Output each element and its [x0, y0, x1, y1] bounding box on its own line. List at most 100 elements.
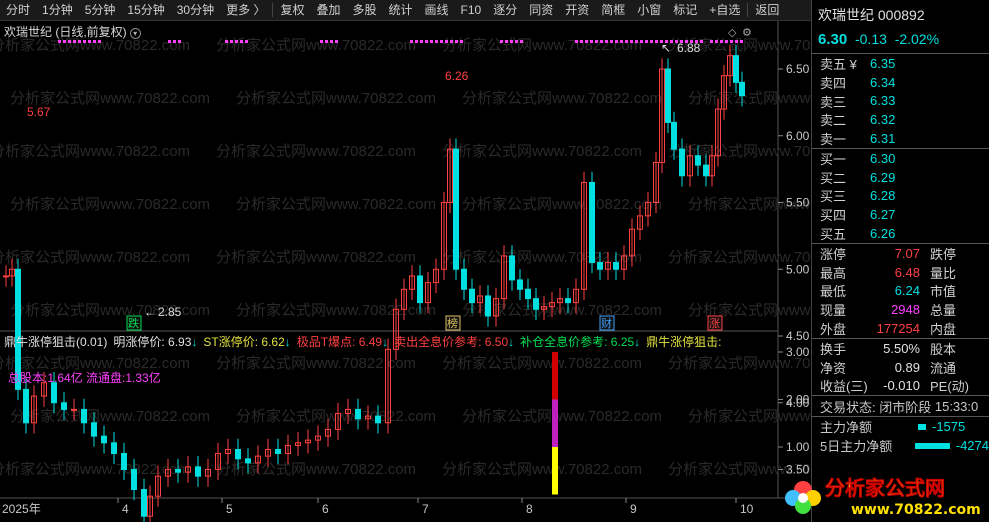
candle-body: [509, 255, 515, 281]
stat-row: 现量 2948 总量: [812, 300, 989, 319]
candle-body: [703, 164, 709, 177]
toolbar-item[interactable]: 画线: [419, 0, 455, 21]
toolbar-item[interactable]: 逐分: [487, 0, 523, 21]
signal-dot: [655, 40, 658, 43]
flow-row: 主力净额 -1575: [812, 417, 989, 436]
toolbar-item[interactable]: 15分钟: [121, 0, 170, 21]
watermark: 分析家公式网www.70822.com: [216, 355, 416, 372]
indicator-name[interactable]: 鼎牛涨停狙击(0.01): [4, 335, 107, 349]
candle-body: [275, 448, 281, 454]
book-label: 买一: [820, 151, 847, 167]
stat-value: -0.010: [883, 378, 920, 394]
watermark: 分析家公式网www.70822.com: [442, 37, 642, 54]
candle-body: [469, 288, 475, 304]
flow-label: 主力净额: [820, 420, 873, 436]
watermark: 分析家公式网www.70822.com: [216, 37, 416, 54]
toolbar-item[interactable]: 统计: [383, 0, 419, 21]
watermark: 分析家公式网www.70822.com: [10, 196, 210, 213]
quote-panel: 欢瑞世纪 000892 6.30 -0.13 -2.02% 卖五 ¥ 6.35 卖四…: [811, 0, 989, 522]
xtick-label: 2025年: [2, 502, 41, 516]
signal-dot: [720, 40, 723, 43]
stat-label-2: 内盘: [930, 322, 957, 338]
signal-dot: [725, 40, 728, 43]
toolbar-item[interactable]: 同资: [523, 0, 559, 21]
candle-body: [91, 422, 97, 437]
ytick-label: 6.00: [786, 129, 810, 143]
stats-table-2: 换手 5.50% 股本 净资 0.89 流通 收益(三) -0.010 PE(动): [812, 339, 989, 395]
watermark: 分析家公式网www.70822.com: [236, 90, 436, 107]
book-row: 卖二 6.32: [812, 110, 989, 129]
candle-body: [131, 469, 137, 491]
toolbar-item[interactable]: 简框: [595, 0, 631, 21]
candle-body: [23, 388, 29, 424]
signal-dot: [235, 40, 238, 43]
signal-dot: [335, 40, 338, 43]
ask-book: 卖五 ¥ 6.35 卖四 6.34 卖三 6.33 卖二 6.32 卖一 6.31: [812, 54, 989, 148]
toolbar-separator: [747, 3, 749, 17]
toolbar-item[interactable]: 叠加: [310, 0, 346, 21]
stat-row: 换手 5.50% 股本: [812, 339, 989, 358]
stat-label: 换手: [820, 341, 847, 357]
toolbar-item[interactable]: 返回: [749, 0, 785, 21]
signal-dot: [500, 40, 503, 43]
main-chart[interactable]: 分析家公式网www.70822.com 分析家公式网www.70822.com 分析…: [0, 21, 811, 522]
capital-info: 总股本:1.64亿 流通盘:1.33亿: [8, 371, 161, 385]
toolbar-item[interactable]: 小窗: [631, 0, 667, 21]
candle-body: [81, 408, 87, 424]
watermark: 分析家公式网www.70822.com: [462, 90, 662, 107]
signal-dot: [68, 40, 71, 43]
toolbar-item[interactable]: 1分钟: [36, 0, 79, 21]
signal-dot: [620, 40, 623, 43]
toolbar-item[interactable]: 分时: [0, 0, 36, 21]
book-label: 买四: [820, 208, 847, 224]
price-change-pct: -2.02%: [894, 31, 940, 47]
stat-label-2: PE(动): [930, 379, 970, 395]
stat-value: 2948: [891, 302, 920, 318]
signal-dot: [73, 40, 76, 43]
toolbar-item[interactable]: 复权: [274, 0, 310, 21]
watermark: 分析家公式网www.70822.com: [0, 143, 190, 160]
watermark: 分析家公式网www.70822.com: [0, 461, 190, 478]
candle-body: [417, 275, 423, 304]
signal-dot: [430, 40, 433, 43]
xtick-label: 4: [122, 502, 129, 516]
stat-value: 6.48: [894, 264, 920, 280]
book-label: 卖五 ¥: [820, 56, 857, 72]
stat-label: 外盘: [820, 322, 847, 338]
toolbar-item[interactable]: 标记: [667, 0, 703, 21]
indicator-bar-yellow: [552, 447, 558, 495]
stat-label: 最高: [820, 265, 847, 281]
signal-dot: [605, 40, 608, 43]
toolbar-item[interactable]: 开资: [559, 0, 595, 21]
toolbar-item[interactable]: 30分钟: [171, 0, 220, 21]
candle-body: [235, 448, 241, 460]
toolbar-item[interactable]: 5分钟: [79, 0, 122, 21]
stat-label: 现量: [820, 303, 847, 319]
price-label: 2.85: [158, 305, 182, 319]
book-price: 6.34: [870, 74, 896, 90]
candle-body: [175, 469, 181, 473]
signal-dot: [225, 40, 228, 43]
book-label: 买二: [820, 170, 847, 186]
toolbar-item[interactable]: F10: [455, 0, 488, 21]
trade-status: 交易状态: 闭市阶段 15:33:0: [812, 396, 989, 416]
signal-dot: [245, 40, 248, 43]
signal-dot: [600, 40, 603, 43]
marker-label: 财: [601, 316, 612, 330]
signal-dot: [230, 40, 233, 43]
stat-value: 0.89: [894, 359, 920, 375]
candle-body: [245, 458, 251, 464]
diamond-icon[interactable]: ◇: [728, 27, 737, 39]
watermark: 分析家公式网www.70822.com: [442, 249, 642, 266]
money-flow: 主力净额 -1575 5日主力净额 -4274: [812, 417, 989, 455]
chart-dropdown-icon[interactable]: ▾: [129, 28, 141, 39]
trade-time: 15:33:0: [934, 398, 979, 414]
toolbar-item[interactable]: +自选: [703, 0, 746, 21]
book-row: 买五 6.26: [812, 224, 989, 243]
toolbar-item[interactable]: 多股: [346, 0, 382, 21]
signal-dot: [93, 40, 96, 43]
toolbar-item[interactable]: 更多 〉: [220, 0, 271, 21]
signal-dot: [520, 40, 523, 43]
settings-icon[interactable]: ⚙: [742, 27, 752, 39]
xtick-label: 10: [740, 502, 754, 516]
